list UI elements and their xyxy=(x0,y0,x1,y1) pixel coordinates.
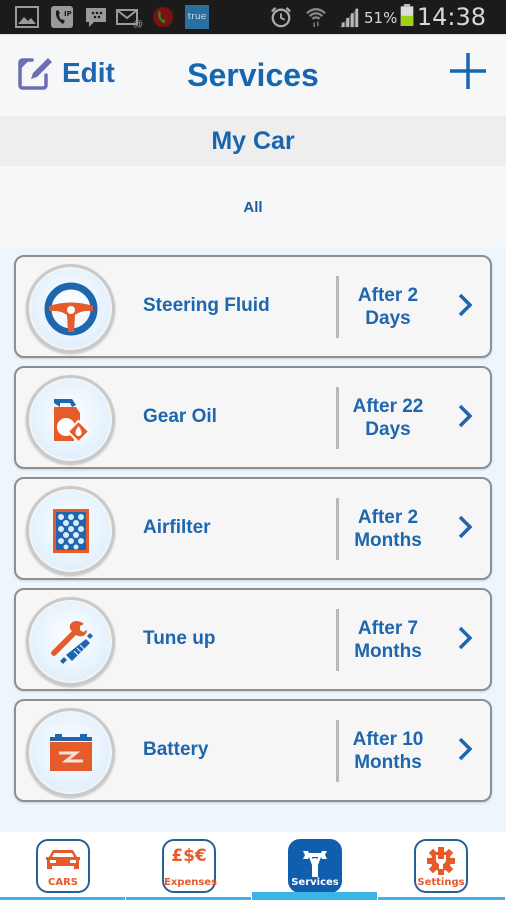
due-line-1: After 2 xyxy=(357,285,419,306)
due-line-2: Days xyxy=(365,419,411,440)
chevron-right-icon xyxy=(458,404,472,428)
signal-icon xyxy=(339,6,359,28)
steering-wheel-icon xyxy=(44,282,97,335)
chevron-right-icon xyxy=(458,293,472,317)
car-battery-icon xyxy=(49,733,92,771)
tab-icon-box: CARS xyxy=(36,839,90,893)
service-icon-badge xyxy=(26,264,115,353)
service-item-airfilter[interactable]: Airfilter After 2 Months xyxy=(14,477,492,580)
service-name: Steering Fluid xyxy=(143,295,270,316)
voip-call-icon: IP xyxy=(51,6,73,28)
divider xyxy=(336,609,339,671)
car-name: My Car xyxy=(211,127,295,155)
due-line-1: After 10 xyxy=(352,729,424,750)
service-name: Airfilter xyxy=(143,517,211,538)
plus-icon[interactable] xyxy=(448,51,488,91)
wrench-spark-plug-icon xyxy=(50,620,93,664)
svg-text:IP: IP xyxy=(64,10,72,18)
tab-settings[interactable]: Settings xyxy=(378,832,506,900)
service-icon-badge xyxy=(26,708,115,797)
currency-icon: £$€ xyxy=(171,846,207,866)
divider xyxy=(336,498,339,560)
due-line-1: After 22 xyxy=(352,396,424,417)
divider xyxy=(336,276,339,338)
true-app-icon: true xyxy=(185,5,209,29)
status-bar: IP @ true 51% 14:38 xyxy=(0,0,506,34)
service-icon-badge xyxy=(26,486,115,575)
clock: 14:38 xyxy=(416,3,486,31)
tab-label: Services xyxy=(291,877,339,888)
service-item-tune-up[interactable]: Tune up After 7 Months xyxy=(14,588,492,691)
tab-cars[interactable]: CARS xyxy=(0,832,126,900)
chevron-right-icon xyxy=(458,515,472,539)
service-icon-badge xyxy=(26,375,115,464)
divider xyxy=(336,387,339,449)
services-list: Steering Fluid After 2 Days Gear Oil Aft… xyxy=(14,255,492,810)
due-line-2: Months xyxy=(354,752,422,773)
battery-percent: 51% xyxy=(364,9,398,27)
mechanic-icon xyxy=(303,851,327,877)
service-name: Gear Oil xyxy=(143,406,217,427)
filter-all[interactable]: All xyxy=(243,199,262,216)
due-line-2: Months xyxy=(354,530,422,551)
oil-can-icon xyxy=(53,398,91,444)
wifi-icon xyxy=(306,8,326,28)
tab-expenses[interactable]: £$€ Expenses xyxy=(126,832,252,900)
tab-label: Expenses xyxy=(164,877,218,888)
battery-icon xyxy=(400,4,414,26)
service-due: After 2 Days xyxy=(342,284,434,330)
service-due: After 22 Days xyxy=(342,395,434,441)
air-filter-icon xyxy=(52,508,89,553)
filter-bar: All xyxy=(0,166,506,248)
car-selector[interactable]: My Car xyxy=(0,116,506,166)
service-name: Battery xyxy=(143,739,209,760)
tab-icon-box: £$€ Expenses xyxy=(162,839,218,893)
chevron-right-icon xyxy=(458,737,472,761)
tab-underline xyxy=(252,892,377,900)
gallery-icon xyxy=(15,6,39,28)
email-icon: @ xyxy=(116,9,143,28)
app-header: Edit Services xyxy=(0,34,506,116)
car-icon xyxy=(46,850,80,869)
tab-services[interactable]: Services xyxy=(252,832,378,900)
tab-label: Settings xyxy=(417,877,465,888)
service-item-steering-fluid[interactable]: Steering Fluid After 2 Days xyxy=(14,255,492,358)
service-item-gear-oil[interactable]: Gear Oil After 22 Days xyxy=(14,366,492,469)
missed-call-icon xyxy=(152,6,174,28)
page-title: Services xyxy=(187,57,319,93)
due-line-1: After 2 xyxy=(357,507,419,528)
tab-icon-box: Settings xyxy=(414,839,468,893)
due-line-2: Days xyxy=(365,308,411,329)
tab-label: CARS xyxy=(48,877,78,888)
divider xyxy=(336,720,339,782)
service-due: After 7 Months xyxy=(342,617,434,663)
service-item-battery[interactable]: Battery After 10 Months xyxy=(14,699,492,802)
service-due: After 10 Months xyxy=(342,728,434,774)
chevron-right-icon xyxy=(458,626,472,650)
bbm-icon xyxy=(86,8,106,27)
service-name: Tune up xyxy=(143,628,216,649)
alarm-icon xyxy=(271,7,291,28)
tab-icon-box: Services xyxy=(288,839,342,893)
due-line-1: After 7 xyxy=(357,618,419,639)
gear-wrench-icon xyxy=(427,847,455,875)
service-due: After 2 Months xyxy=(342,506,434,552)
svg-text:@: @ xyxy=(133,19,143,28)
due-line-2: Months xyxy=(354,641,422,662)
service-icon-badge xyxy=(26,597,115,686)
bottom-tab-bar: CARS £$€ Expenses Services Settings xyxy=(0,832,506,900)
